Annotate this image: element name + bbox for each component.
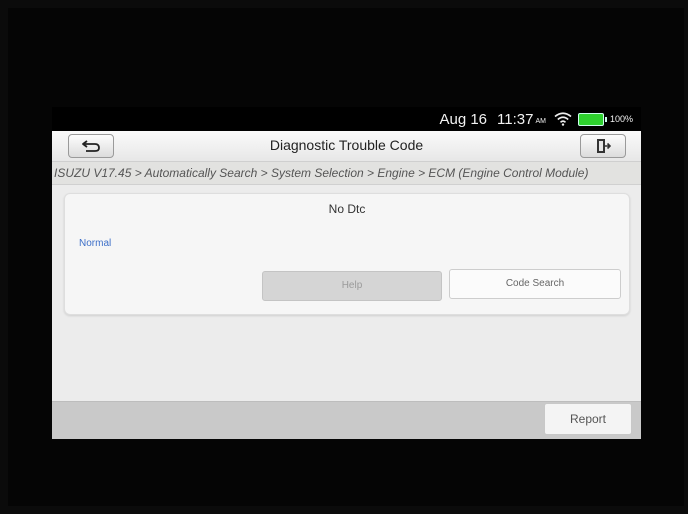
footer-bar: Report: [52, 401, 641, 439]
page-title: Diagnostic Trouble Code: [269, 137, 424, 153]
help-button[interactable]: Help: [262, 271, 442, 301]
content-area: No Dtc Normal Help Code Search: [52, 185, 641, 401]
status-date: Aug 16: [439, 110, 488, 128]
dtc-status: Normal: [79, 238, 112, 249]
title-bar: Diagnostic Trouble Code: [52, 131, 641, 162]
exit-door-icon: [597, 139, 611, 153]
wifi-icon: [554, 112, 572, 126]
device-screen: Aug 16 11:37 AM 100% Diagnostic Trouble …: [52, 107, 641, 439]
battery-level: 100%: [609, 114, 633, 124]
status-ampm: AM: [535, 118, 546, 125]
code-search-button[interactable]: Code Search: [449, 269, 621, 299]
battery-icon: [577, 112, 607, 126]
status-bar: Aug 16 11:37 AM 100%: [52, 107, 641, 131]
report-button[interactable]: Report: [544, 403, 632, 435]
status-time: 11:37: [497, 110, 534, 128]
exit-button[interactable]: [580, 134, 626, 158]
dtc-card: No Dtc Normal Help Code Search: [64, 193, 630, 315]
dtc-title: No Dtc: [328, 202, 366, 216]
breadcrumb: ISUZU V17.45 > Automatically Search > Sy…: [52, 162, 641, 185]
